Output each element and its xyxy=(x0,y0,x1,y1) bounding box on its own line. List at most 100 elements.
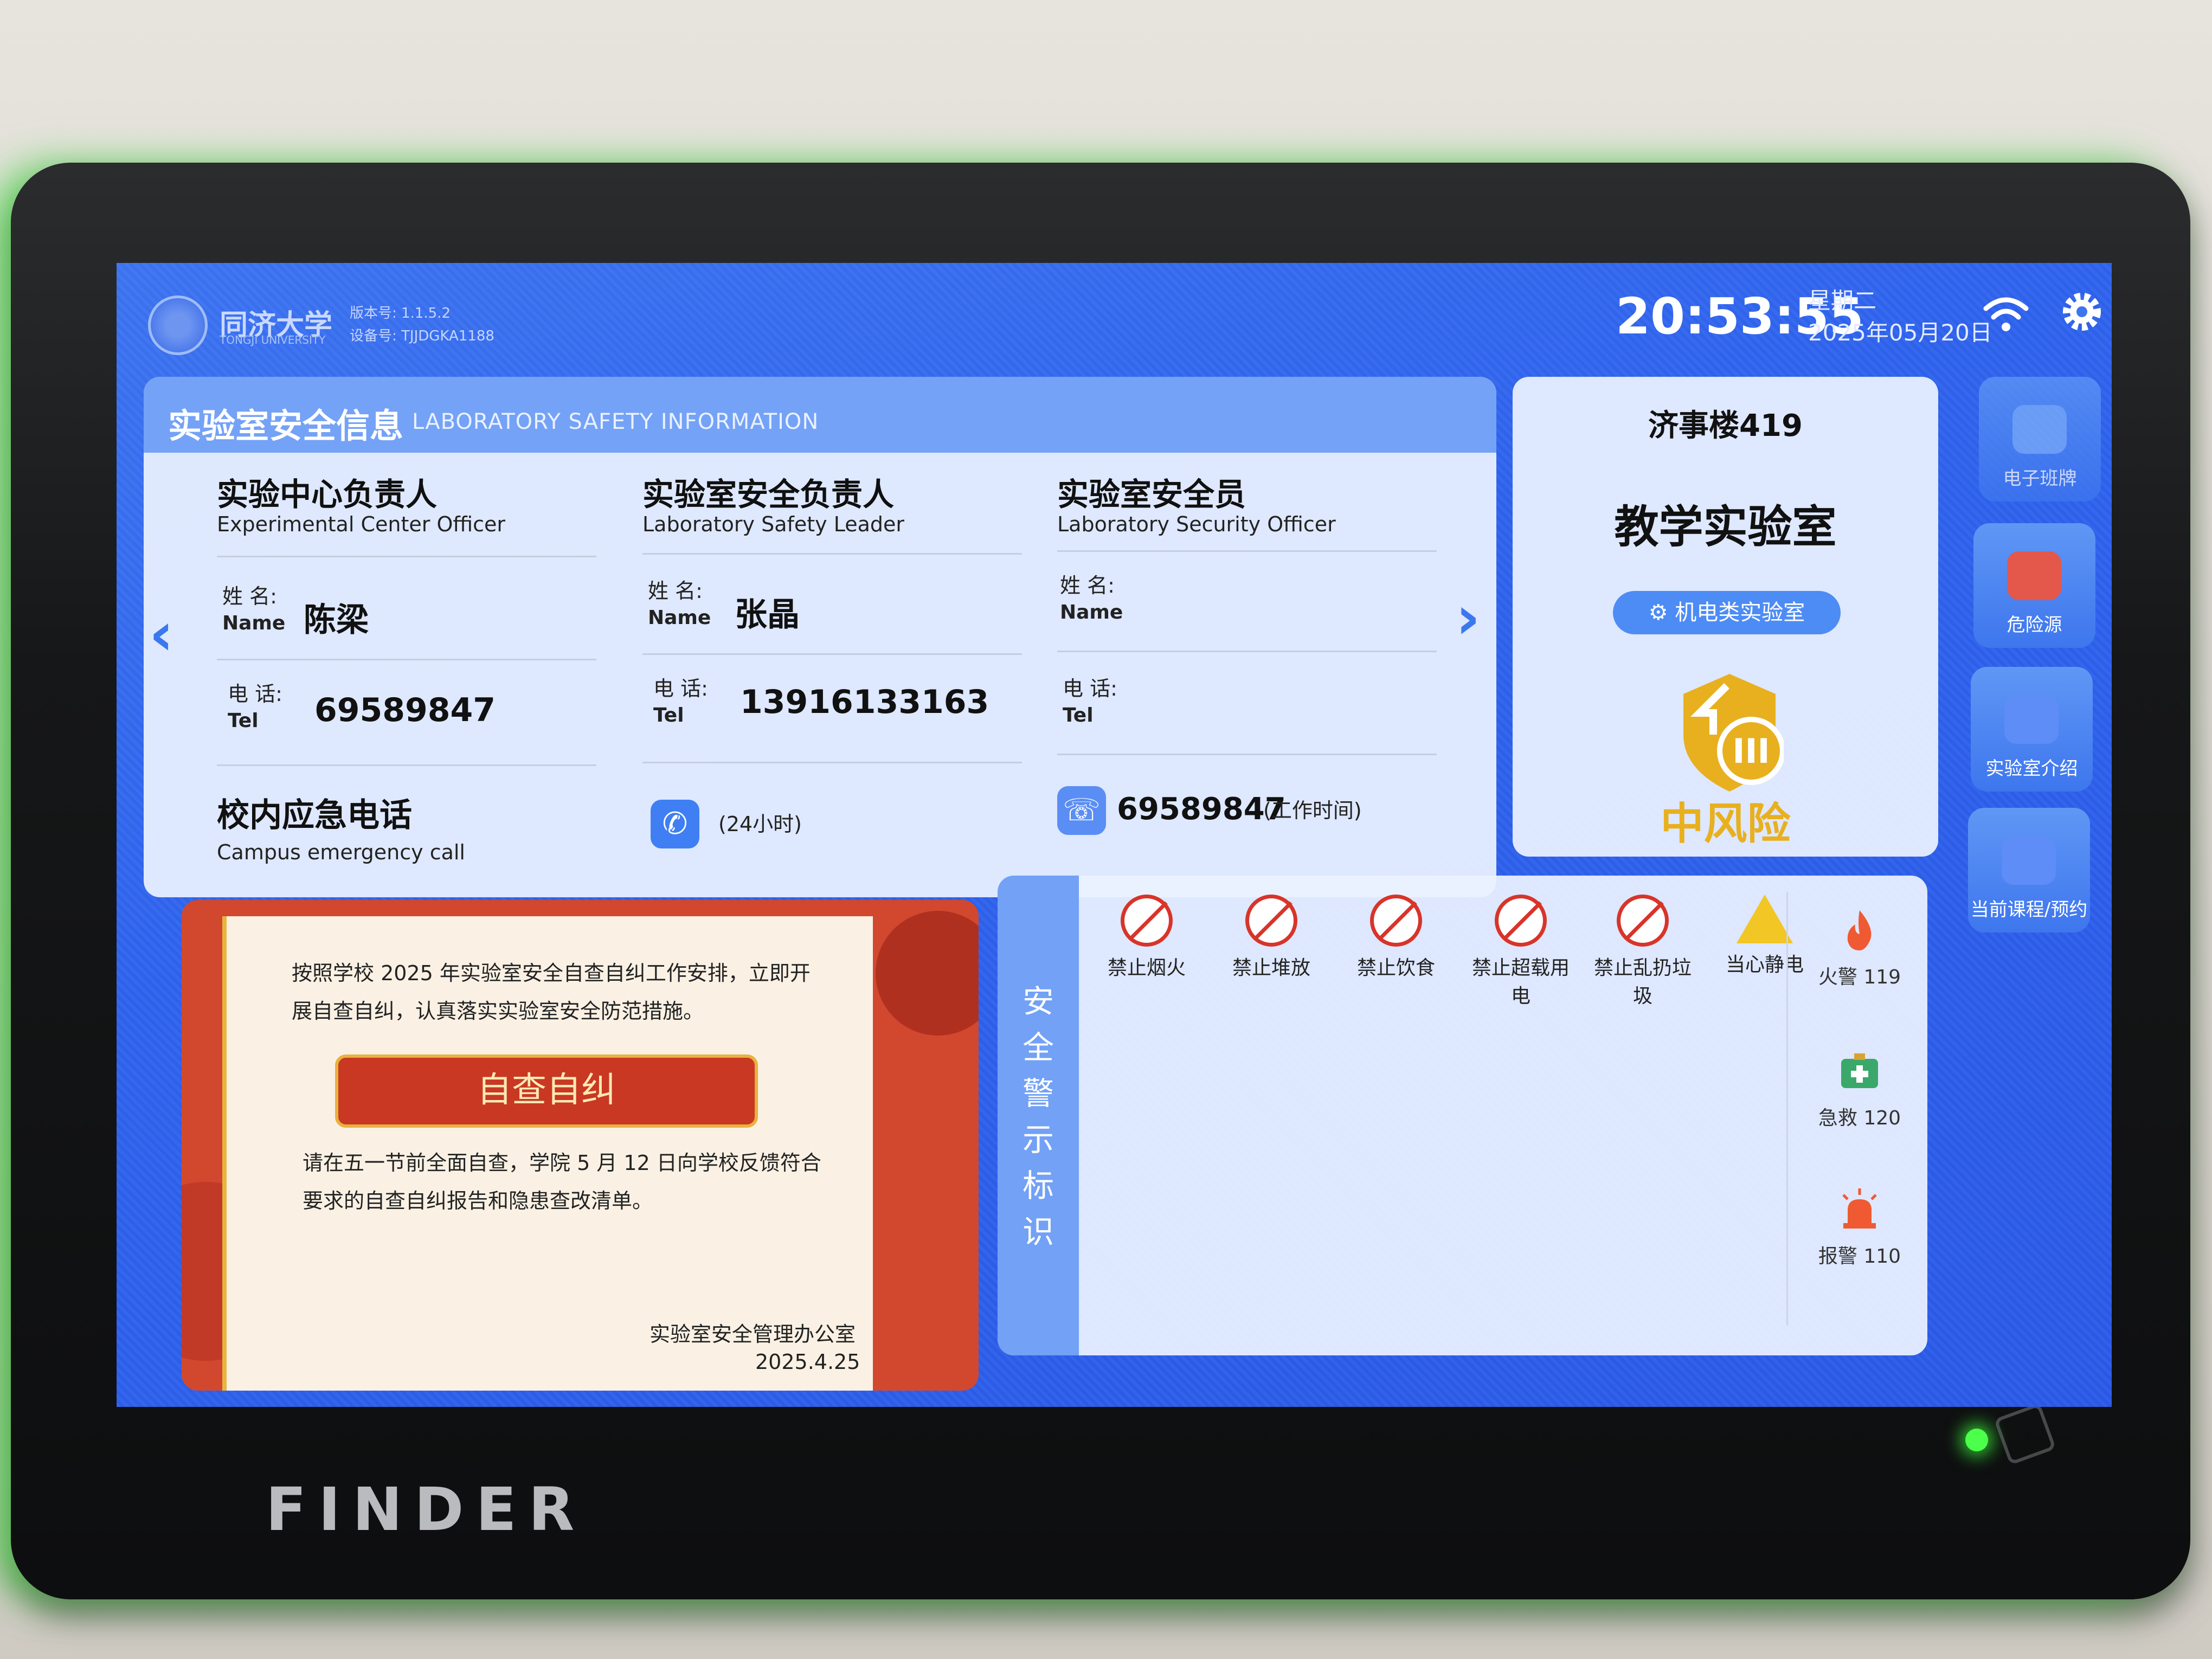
divider xyxy=(217,764,596,766)
no-fire-icon xyxy=(1121,895,1173,947)
divider xyxy=(1057,550,1437,552)
hotline-note: (24小时) xyxy=(718,812,802,836)
school-name-en: TONGJI UNIVERSITY xyxy=(220,333,326,346)
divider xyxy=(217,556,596,557)
risk-level-badge: III xyxy=(1732,731,1770,771)
emergency-police[interactable]: 报警 110 xyxy=(1797,1187,1922,1269)
flask-icon xyxy=(2004,695,2059,744)
notice-date: 2025.4.25 xyxy=(755,1350,860,1374)
monitor-icon xyxy=(2012,405,2067,454)
safety-info-title: 实验室安全信息 xyxy=(168,406,404,446)
divider xyxy=(1057,754,1437,755)
room-category: 机电类实验室 xyxy=(1675,600,1805,625)
self-check-button[interactable]: 自查自纠 xyxy=(335,1054,758,1128)
tel-label: 电 话: Tel xyxy=(1063,677,1117,726)
tel-label: 电 话: Tel xyxy=(228,682,282,732)
contact-name: 张晶 xyxy=(735,596,800,634)
side-nav-item-course[interactable]: 当前课程/预约 xyxy=(1968,808,2090,933)
contact-column-safety-leader: 实验室安全负责人 Laboratory Safety Leader 姓 名: Na… xyxy=(642,458,1054,892)
warning-title-bar: 安全警示标识 xyxy=(998,876,1079,1355)
notice-line-1: 按照学校 2025 年实验室安全自查自纠工作安排，立即开 xyxy=(292,961,811,985)
name-label: 姓 名: Name xyxy=(1060,574,1123,623)
role-title-en: Laboratory Safety Leader xyxy=(642,512,904,536)
contact-column-center-officer: 实验中心负责人 Experimental Center Officer 姓 名:… xyxy=(217,458,629,892)
device-brand: FINDER xyxy=(266,1475,587,1544)
status-led xyxy=(1965,1429,1988,1451)
emergency-label: 报警 110 xyxy=(1818,1245,1901,1268)
safety-info-header: 实验室安全信息 LABORATORY SAFETY INFORMATION xyxy=(144,377,1496,453)
version-info: 版本号: 1.1.5.2 设备号: TJJDGKA1188 xyxy=(350,302,494,348)
school-logo-icon xyxy=(148,295,208,355)
contact-tel: 13916133163 xyxy=(740,683,989,721)
flower-decoration xyxy=(876,911,979,1036)
screen: 同济大学 TONGJI UNIVERSITY 版本号: 1.1.5.2 设备号:… xyxy=(117,263,2112,1407)
warning-sign: 禁止超载用电 xyxy=(1464,895,1578,1011)
no-food-icon xyxy=(1370,895,1422,947)
safety-warning-card: 安全警示标识 禁止烟火 禁止堆放 禁止饮食 禁止超载用电 禁止乱扔垃圾 当心静电 xyxy=(998,876,1927,1355)
side-nav-label: 危险源 xyxy=(2007,614,2062,636)
hotline-phone-icon[interactable]: ✆ xyxy=(651,800,699,848)
first-aid-icon xyxy=(1841,1053,1878,1088)
warning-sign-label: 禁止乱扔垃圾 xyxy=(1593,957,1692,1007)
office-phone-icon[interactable]: ☏ xyxy=(1057,786,1106,835)
emergency-ambulance[interactable]: 急救 120 xyxy=(1797,1049,1922,1130)
tel-label: 电 话: Tel xyxy=(653,677,708,726)
safety-info-subtitle: LABORATORY SAFETY INFORMATION xyxy=(412,409,819,434)
room-name: 教学实验室 xyxy=(1614,501,1837,553)
role-title: 实验中心负责人 xyxy=(217,476,438,513)
prev-arrow-icon[interactable]: ‹ xyxy=(149,599,173,668)
static-warning-icon xyxy=(1737,895,1793,943)
weekday: 星期二 xyxy=(1808,287,1877,314)
risk-text: 中风险 xyxy=(1660,799,1791,849)
notice-line-2: 展自查自纠，认真落实实验室安全防范措施。 xyxy=(292,999,704,1023)
role-title-en: Experimental Center Officer xyxy=(217,512,505,536)
emergency-title-en: Campus emergency call xyxy=(217,840,465,864)
risk-shield-icon: III xyxy=(1683,674,1784,792)
gear-icon[interactable] xyxy=(2057,287,2106,336)
fire-icon xyxy=(1847,910,1872,950)
date: 2025年05月20日 xyxy=(1808,319,1992,346)
notice-line-3: 请在五一节前全面自查，学院 5 月 12 日向学校反馈符合 xyxy=(303,1151,821,1175)
name-label: 姓 名: Name xyxy=(222,584,286,634)
warning-title: 安全警示标识 xyxy=(1022,983,1054,1250)
warning-sign: 禁止饮食 xyxy=(1339,895,1453,982)
no-overload-icon xyxy=(1495,895,1547,947)
emergency-fire[interactable]: 火警 119 xyxy=(1797,908,1922,989)
contact-column-security-officer: 实验室安全员 Laboratory Security Officer 姓 名: N… xyxy=(1057,458,1469,892)
name-label: 姓 名: Name xyxy=(648,579,711,629)
warning-sign-label: 禁止堆放 xyxy=(1232,957,1310,979)
office-number: 69589847 xyxy=(1117,792,1286,827)
hazard-icon xyxy=(2007,551,2061,600)
role-title: 实验室安全员 xyxy=(1057,476,1246,513)
divider xyxy=(1786,892,1788,1326)
warning-sign-label: 禁止烟火 xyxy=(1107,957,1186,979)
side-nav-item-hazard[interactable]: 危险源 xyxy=(1973,523,2095,648)
divider xyxy=(217,659,596,660)
warning-sign: 禁止乱扔垃圾 xyxy=(1586,895,1700,1011)
contact-name: 陈梁 xyxy=(304,601,369,639)
room-category-badge: ⚙ 机电类实验室 xyxy=(1613,591,1841,634)
divider xyxy=(642,762,1022,763)
side-nav-item-class-board[interactable]: 电子班牌 xyxy=(1979,377,2101,501)
wifi-icon xyxy=(1983,297,2029,331)
side-nav-label: 当前课程/预约 xyxy=(1970,899,2088,921)
emergency-label: 急救 120 xyxy=(1818,1107,1901,1129)
notice-signer: 实验室安全管理办公室 xyxy=(650,1322,856,1346)
no-stacking-icon xyxy=(1245,895,1297,947)
contact-tel: 69589847 xyxy=(314,691,496,729)
version-label: 版本号: 1.1.5.2 xyxy=(350,305,451,321)
warning-sign-label: 禁止超载用电 xyxy=(1471,957,1570,1007)
alarm-icon xyxy=(1842,1188,1877,1229)
divider xyxy=(642,653,1022,655)
divider xyxy=(642,553,1022,555)
safety-info-card: 实验室安全信息 LABORATORY SAFETY INFORMATION ‹ … xyxy=(144,377,1496,897)
room-card: 济事楼419 教学实验室 ⚙ 机电类实验室 III 中风险 xyxy=(1513,377,1938,857)
no-litter-icon xyxy=(1617,895,1669,947)
role-title-en: Laboratory Security Officer xyxy=(1057,512,1336,536)
emergency-label: 火警 119 xyxy=(1818,966,1901,988)
role-title: 实验室安全负责人 xyxy=(642,476,895,513)
room-building: 济事楼419 xyxy=(1648,408,1803,443)
side-nav-label: 实验室介绍 xyxy=(1985,758,2078,780)
side-nav-item-lab-intro[interactable]: 实验室介绍 xyxy=(1971,667,2093,792)
warning-sign: 禁止烟火 xyxy=(1090,895,1204,982)
